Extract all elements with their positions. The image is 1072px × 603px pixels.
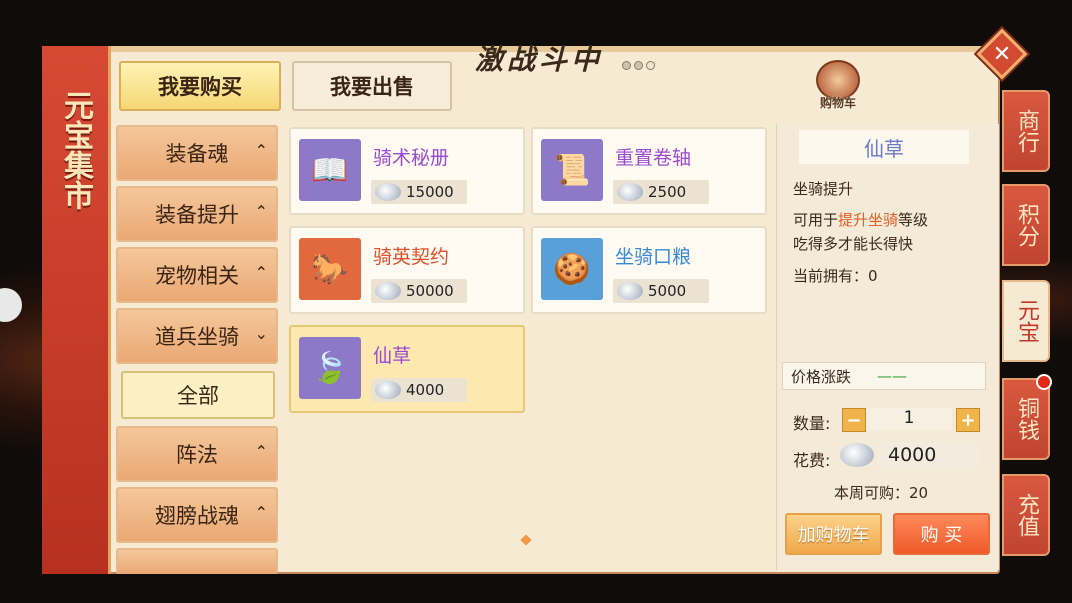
quantity-input[interactable]: 1 [866,408,952,430]
tab-sell[interactable]: 我要出售 [292,61,452,111]
quantity-label: 数量: [793,414,831,433]
trend-label: 价格涨跌 [791,367,852,386]
price-trend[interactable]: 价格涨跌 —— [782,362,986,390]
item-name: 骑英契约 [373,246,450,268]
category-label: 翅膀战魂 [155,504,239,528]
chevron-down-icon: ⌄ [254,324,268,343]
item-card[interactable]: 🐎 骑英契约 50000 [289,226,525,314]
scroll-icon: 📜 [541,139,603,201]
book-icon: 📖 [299,139,361,201]
tab-copper[interactable]: 铜钱 [1002,374,1052,460]
page-dot [622,61,631,70]
subcategory-all[interactable]: 全部 [121,371,275,419]
chevron-up-icon: ⌃ [254,141,268,160]
page-dot [646,61,655,70]
silver-icon [840,443,874,467]
quantity-minus-button[interactable]: − [842,408,866,432]
horse-icon: 🐎 [299,238,361,300]
item-price: 4000 [371,378,467,402]
category-equip-soul[interactable]: 装备魂 ⌃ [116,125,278,181]
desc-prefix: 可用于 [793,211,839,229]
detail-description-2: 吃得多才能长得快 [793,235,914,253]
leaf-icon: 🍃 [299,337,361,399]
item-card[interactable]: 📖 骑术秘册 15000 [289,127,525,215]
category-label: 阵法 [176,443,218,467]
item-price-value: 15000 [406,183,454,201]
item-name: 仙草 [373,345,412,367]
silver-icon [375,381,401,399]
category-formation[interactable]: 阵法 ⌃ [116,426,278,482]
category-equip-upgrade[interactable]: 装备提升 ⌃ [116,186,278,242]
item-detail-panel: 仙草 坐骑提升 可用于提升坐骑等级 吃得多才能长得快 当前拥有：0 [776,124,999,570]
page-indicator [622,61,655,70]
detail-title: 仙草 [799,130,969,164]
chevron-up-icon: ⌃ [254,202,268,221]
tab-recharge[interactable]: 充值 [1002,474,1050,556]
cost-label: 花费: [793,451,831,470]
item-name: 坐骑口粮 [615,246,692,268]
market-title: 元宝集市 [58,90,93,210]
silver-icon [375,282,401,300]
item-name: 重置卷轴 [615,147,692,169]
shopping-cart-button[interactable]: 购物车 [808,60,868,110]
cost-value: 4000 [878,442,978,468]
tab-yuanbao[interactable]: 元宝 [1002,280,1050,362]
detail-description: 可用于提升坐骑等级 [793,209,928,230]
tab-shop[interactable]: 商行 [1002,90,1050,172]
tab-points[interactable]: 积分 [1002,184,1050,266]
category-mount[interactable]: 道兵坐骑 ⌄ [116,308,278,364]
item-name: 骑术秘册 [373,147,450,169]
item-price-value: 50000 [406,282,454,300]
market-title-banner: 元宝集市 [42,46,111,574]
tab-copper-label: 铜钱 [1014,397,1039,441]
category-wings[interactable]: 翅膀战魂 ⌃ [116,487,278,543]
item-card-selected[interactable]: 🍃 仙草 4000 [289,325,525,413]
chevron-up-icon: ⌃ [254,503,268,522]
game-logo: 激战斗中 [475,43,604,76]
item-price: 5000 [613,279,709,303]
page-dot [634,61,643,70]
silver-icon [375,183,401,201]
chevron-up-icon: ⌃ [254,442,268,461]
item-price: 15000 [371,180,467,204]
category-pet[interactable]: 宠物相关 ⌃ [116,247,278,303]
item-price-value: 2500 [648,183,687,201]
owned-count: 当前拥有：0 [793,267,878,285]
desc-highlight: 提升坐骑 [838,211,899,229]
category-label: 宠物相关 [155,264,239,288]
trend-value: —— [877,367,908,385]
buy-button[interactable]: 购 买 [893,513,990,555]
tab-buy[interactable]: 我要购买 [119,61,281,111]
item-card[interactable]: 📜 重置卷轴 2500 [531,127,767,215]
chevron-up-icon: ⌃ [254,263,268,282]
silver-icon [617,282,643,300]
category-label: 装备魂 [165,142,229,166]
close-icon: ✕ [992,41,1012,67]
category-label: 道兵坐骑 [155,325,239,349]
cart-label: 购物车 [819,96,856,110]
item-price-value: 4000 [406,381,445,399]
desc-suffix: 等级 [898,211,929,229]
item-price-value: 5000 [648,282,687,300]
item-card[interactable]: 🍪 坐骑口粮 5000 [531,226,767,314]
add-to-cart-button[interactable]: 加购物车 [785,513,882,555]
biscuit-icon: 🍪 [541,238,603,300]
category-more[interactable] [116,548,278,574]
category-label: 装备提升 [155,203,239,227]
item-price: 2500 [613,180,709,204]
detail-subtitle: 坐骑提升 [793,180,854,198]
silver-icon [617,183,643,201]
item-price: 50000 [371,279,467,303]
quantity-plus-button[interactable]: + [956,408,980,432]
notification-dot [1036,374,1052,390]
weekly-limit: 本周可购：20 [834,484,929,502]
